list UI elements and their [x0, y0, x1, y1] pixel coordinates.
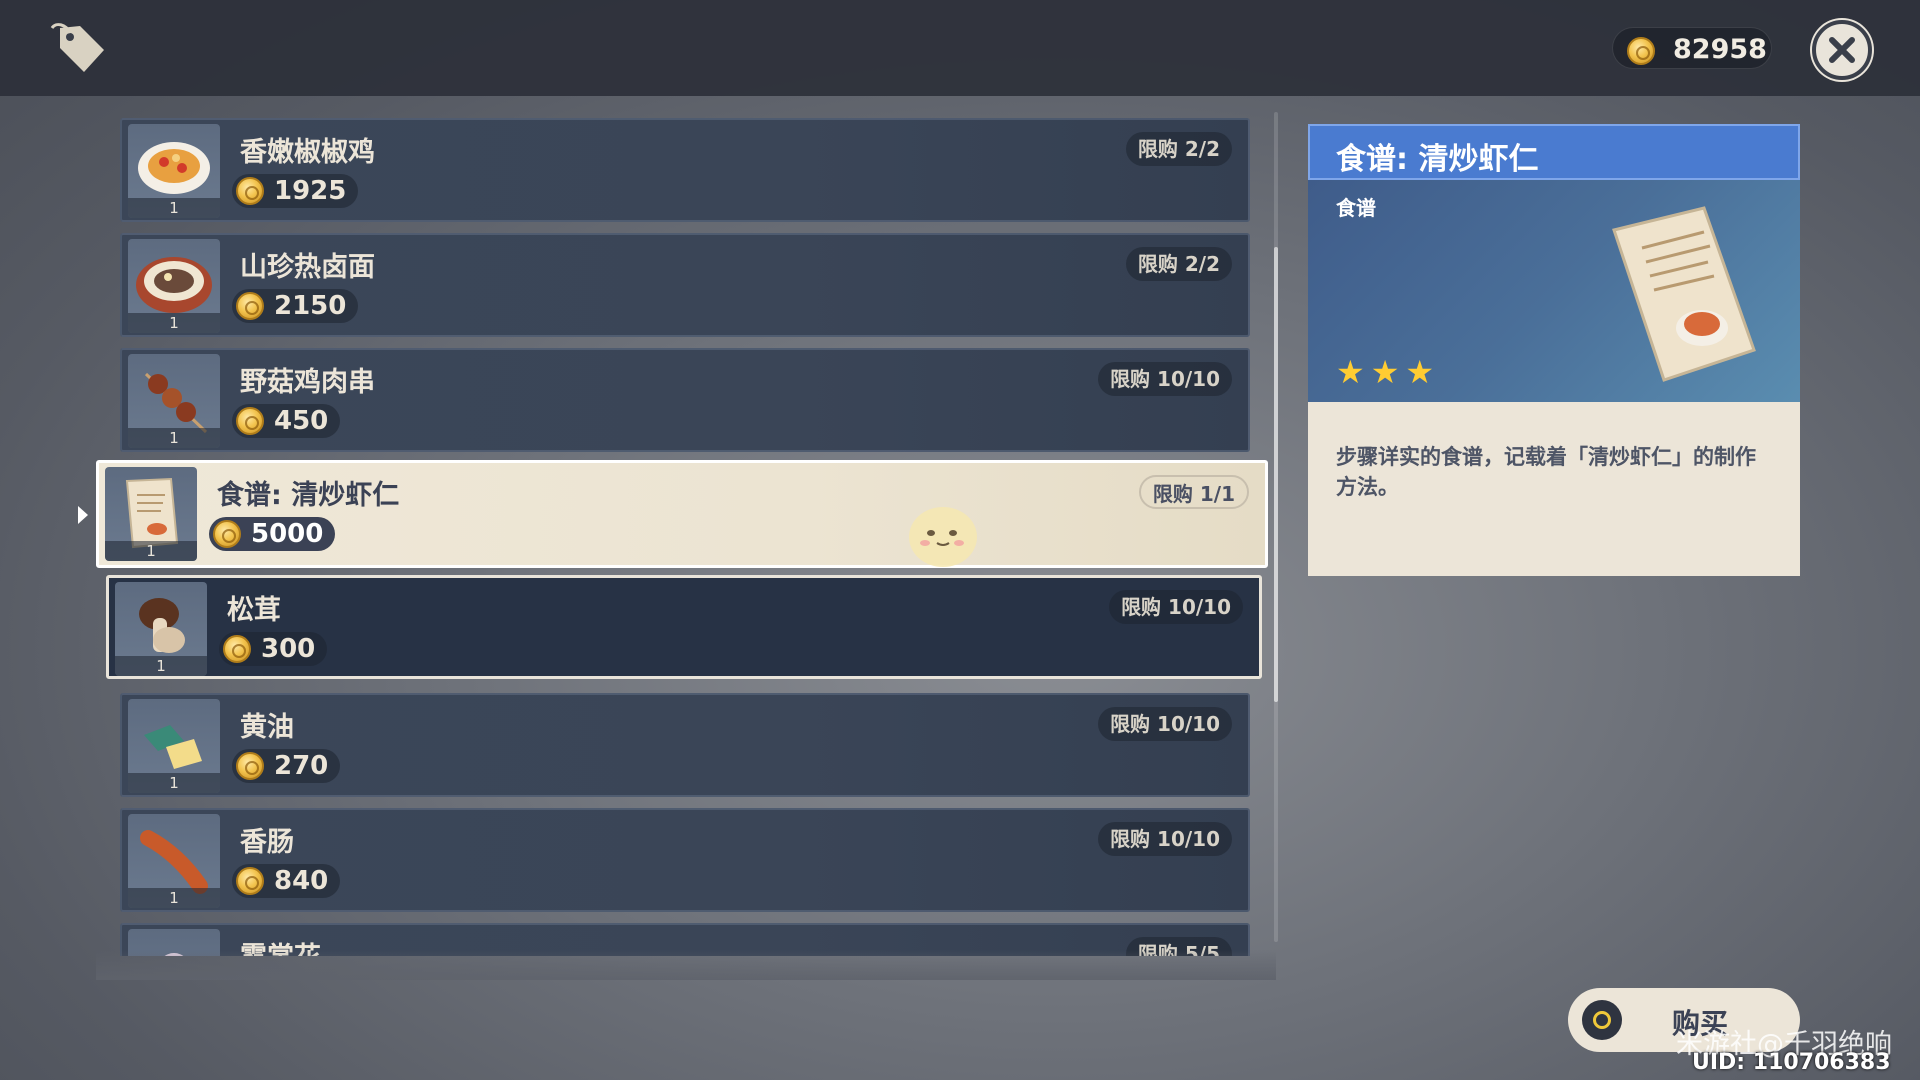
item-name: 山珍热卤面 — [240, 252, 375, 283]
purchase-limit-badge: 限购 1/1 — [1138, 475, 1249, 509]
item-name: 黄油 — [240, 712, 294, 743]
detail-art: 食谱 ★ ★ ★ — [1308, 180, 1800, 402]
shop-item-row-selected[interactable]: 1 食谱: 清炒虾仁 5000 限购 1/1 — [96, 460, 1268, 568]
item-price: 840 — [232, 864, 341, 898]
item-detail-panel: 食谱: 清炒虾仁 食谱 ★ ★ ★ 步骤详实的食谱，记载着「清炒虾仁」的制作方法… — [1308, 124, 1800, 576]
item-price: 2150 — [232, 289, 359, 323]
detail-title: 食谱: 清炒虾仁 — [1336, 142, 1539, 177]
shop-item-row[interactable]: 1 黄油 270 限购 10/10 — [120, 693, 1250, 797]
purchase-limit-badge: 限购 10/10 — [1098, 707, 1232, 741]
price-value: 1925 — [274, 176, 347, 206]
recipe-icon: 1 — [105, 467, 197, 561]
purchase-limit-badge: 限购 10/10 — [1098, 822, 1232, 856]
star-icon: ★ — [1405, 353, 1435, 391]
close-icon — [1829, 37, 1855, 63]
chili-chicken-dish-icon: 1 — [128, 124, 220, 218]
item-price: 1925 — [232, 174, 359, 208]
noodle-dish-icon: 1 — [128, 239, 220, 333]
shop-tag-icon — [50, 20, 110, 76]
item-type-label: 食谱 — [1336, 196, 1376, 220]
price-value: 270 — [274, 751, 329, 781]
mora-coin-icon — [1627, 37, 1655, 65]
item-name: 香嫩椒椒鸡 — [240, 137, 375, 168]
mora-coin-icon — [236, 292, 264, 320]
player-uid: UID: 110706383 — [1692, 1050, 1891, 1075]
mora-balance: 82958 — [1612, 27, 1772, 69]
item-quantity: 1 — [115, 656, 207, 676]
skewer-icon: 1 — [128, 354, 220, 448]
item-price: 300 — [219, 632, 328, 666]
mora-coin-icon — [236, 177, 264, 205]
scrollbar-thumb[interactable] — [1274, 247, 1278, 702]
close-button[interactable] — [1812, 20, 1872, 80]
purchase-limit-badge: 限购 2/2 — [1125, 247, 1232, 281]
shop-item-list[interactable]: 1 香嫩椒椒鸡 1925 限购 2/2 1 山珍热卤面 2150 限购 2/2 … — [96, 112, 1276, 956]
price-value: 450 — [274, 406, 329, 436]
item-price: 270 — [232, 749, 341, 783]
shop-item-row[interactable]: 1 野菇鸡肉串 450 限购 10/10 — [120, 348, 1250, 452]
price-value: 300 — [261, 634, 316, 664]
item-name: 野菇鸡肉串 — [240, 367, 375, 398]
price-value: 840 — [274, 866, 329, 896]
mora-coin-icon — [213, 520, 241, 548]
list-fade — [96, 950, 1276, 980]
item-price: 5000 — [209, 517, 336, 551]
shop-item-row[interactable]: 1 香肠 840 限购 10/10 — [120, 808, 1250, 912]
matsutake-icon: 1 — [115, 582, 207, 676]
shop-item-row-focused[interactable]: 1 松茸 300 限购 10/10 — [106, 575, 1262, 679]
item-quantity: 1 — [128, 313, 220, 333]
list-scrollbar[interactable] — [1274, 112, 1278, 942]
item-price: 450 — [232, 404, 341, 438]
shop-item-row[interactable]: 1 山珍热卤面 2150 限购 2/2 — [120, 233, 1250, 337]
item-description: 步骤详实的食谱，记载着「清炒虾仁」的制作方法。 — [1336, 445, 1756, 499]
recipe-scroll-icon — [1612, 206, 1756, 382]
item-name: 香肠 — [240, 827, 294, 858]
mora-coin-icon — [236, 867, 264, 895]
item-quantity: 1 — [128, 428, 220, 448]
star-icon: ★ — [1336, 353, 1365, 391]
item-quantity: 1 — [128, 773, 220, 793]
rarity-stars: ★ ★ ★ — [1336, 356, 1434, 388]
sausage-icon: 1 — [128, 814, 220, 908]
star-icon: ★ — [1370, 353, 1400, 391]
top-bar: 82958 — [0, 0, 1920, 96]
price-value: 5000 — [251, 519, 324, 549]
purchase-limit-badge: 限购 10/10 — [1098, 362, 1232, 396]
selection-pointer-icon — [78, 506, 88, 524]
gamepad-button-icon — [1582, 1000, 1622, 1040]
mora-coin-icon — [236, 752, 264, 780]
butter-icon: 1 — [128, 699, 220, 793]
item-quantity: 1 — [128, 198, 220, 218]
item-name: 松茸 — [227, 595, 281, 626]
price-value: 2150 — [274, 291, 347, 321]
detail-title-bar: 食谱: 清炒虾仁 — [1308, 124, 1800, 180]
mora-coin-icon — [223, 635, 251, 663]
mora-coin-icon — [236, 407, 264, 435]
shop-item-row[interactable]: 1 香嫩椒椒鸡 1925 限购 2/2 — [120, 118, 1250, 222]
item-name: 食谱: 清炒虾仁 — [217, 480, 400, 511]
item-quantity: 1 — [105, 541, 197, 561]
mora-amount: 82958 — [1673, 34, 1767, 65]
purchase-limit-badge: 限购 10/10 — [1109, 590, 1243, 624]
purchase-limit-badge: 限购 2/2 — [1125, 132, 1232, 166]
paimon-mascot-icon — [909, 507, 977, 567]
detail-description-box: 步骤详实的食谱，记载着「清炒虾仁」的制作方法。 — [1308, 402, 1800, 576]
item-quantity: 1 — [128, 888, 220, 908]
